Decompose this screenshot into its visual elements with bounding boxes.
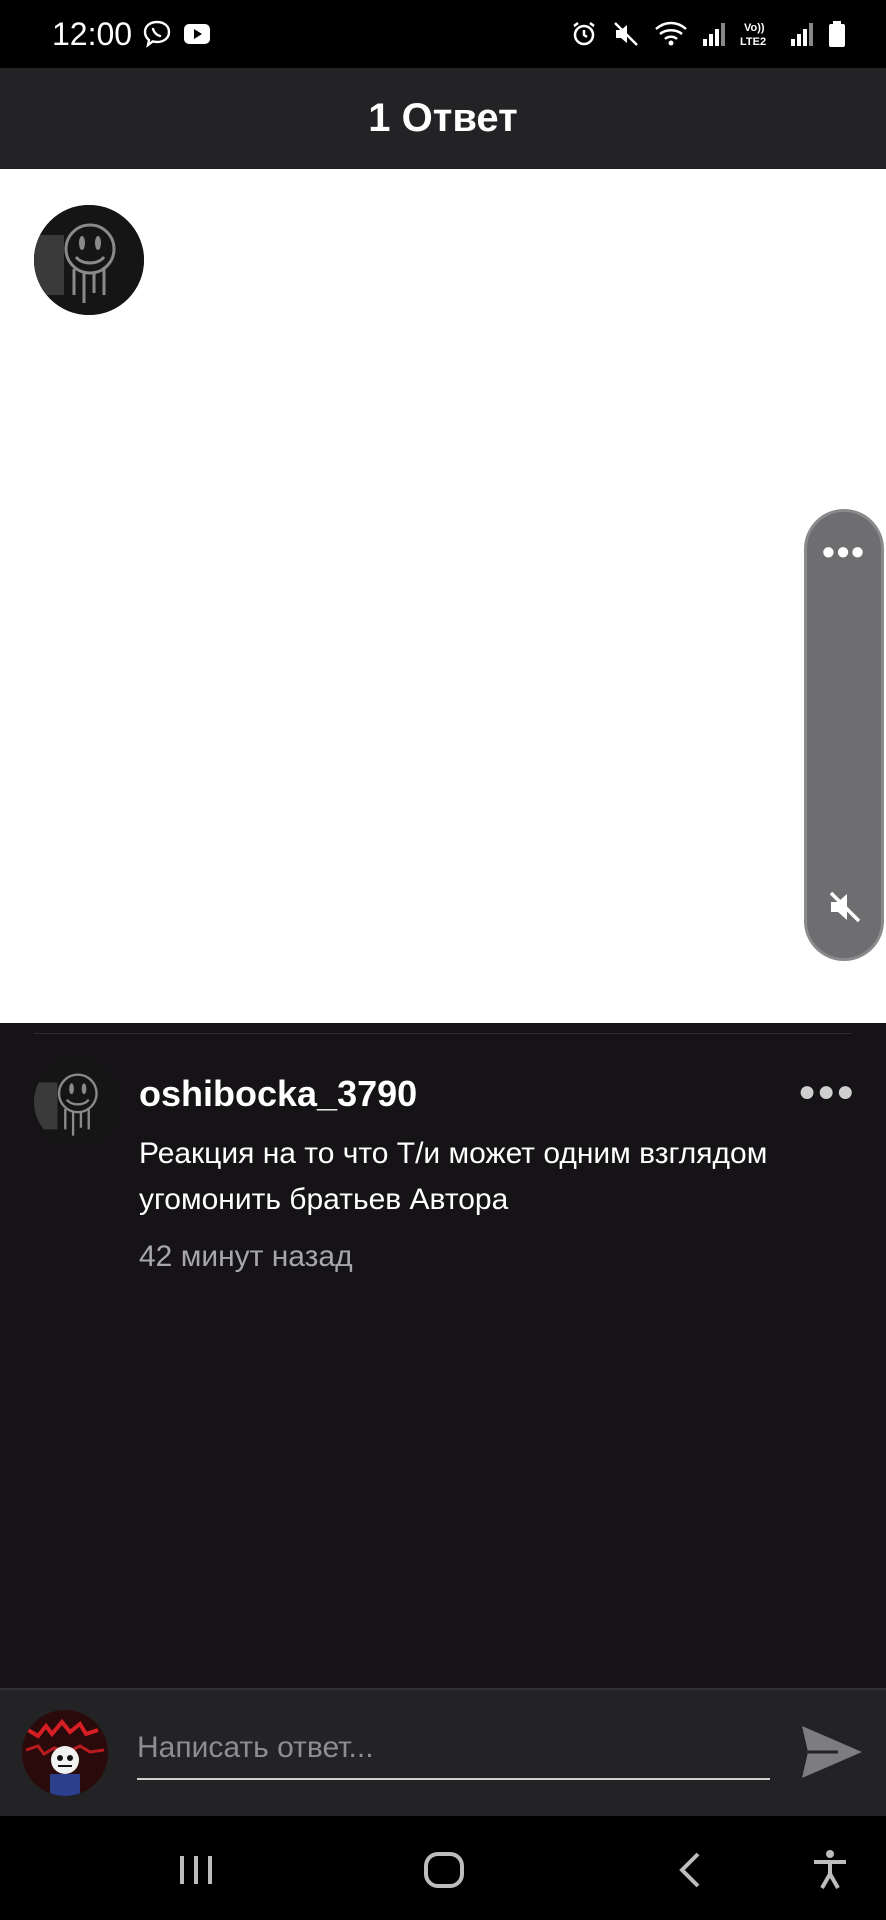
drip-smiley-icon	[34, 1059, 120, 1145]
comment-avatar[interactable]	[34, 1059, 120, 1145]
svg-text:LTE2: LTE2	[740, 36, 766, 48]
signal-icon	[702, 21, 726, 47]
divider	[34, 1033, 852, 1034]
mute-icon	[612, 20, 640, 48]
status-time: 12:00	[52, 15, 133, 52]
youtube-icon	[182, 19, 212, 49]
skeleton-avatar-icon	[22, 1710, 108, 1796]
drip-smiley-icon	[34, 205, 144, 315]
header: 1 Ответ	[0, 68, 886, 169]
status-left: 12:00	[52, 16, 212, 53]
screen: 12:00 Vo)) LTE2 1 Ответ ••• oshibocka_37…	[0, 0, 886, 1920]
alarm-icon	[570, 20, 598, 48]
signal-icon	[790, 21, 814, 47]
volte-lte2-icon: Vo)) LTE2	[740, 19, 776, 49]
svg-text:Vo)): Vo))	[744, 22, 765, 34]
side-controls: •••	[804, 509, 884, 961]
recents-icon[interactable]	[172, 1846, 220, 1894]
comment-panel: oshibocka_3790 ●●● Реакция на то что Т/и…	[0, 1023, 886, 1688]
comment-more-icon[interactable]: ●●●	[798, 1075, 855, 1109]
send-icon[interactable]	[800, 1724, 864, 1780]
comment-timestamp: 42 минут назад	[139, 1240, 353, 1273]
reply-bar	[0, 1688, 886, 1816]
comment-text: Реакция на то что Т/и может одним взгляд…	[139, 1137, 768, 1216]
status-bar: 12:00 Vo)) LTE2	[0, 0, 886, 68]
video-player[interactable]: •••	[0, 169, 886, 1023]
status-right: Vo)) LTE2	[570, 19, 846, 49]
reply-input[interactable]	[137, 1718, 770, 1780]
back-icon[interactable]	[668, 1846, 716, 1894]
more-icon[interactable]: •••	[807, 534, 881, 570]
nav-bar	[0, 1816, 886, 1920]
mute-icon[interactable]	[825, 887, 865, 927]
author-avatar[interactable]	[34, 205, 144, 315]
user-avatar	[22, 1710, 108, 1796]
battery-icon	[828, 20, 846, 48]
comment-author[interactable]: oshibocka_3790	[139, 1073, 417, 1115]
viber-icon	[142, 19, 172, 49]
wifi-icon	[654, 20, 688, 48]
accessibility-icon[interactable]	[806, 1846, 854, 1894]
home-icon[interactable]	[420, 1846, 468, 1894]
page-title: 1 Ответ	[368, 96, 518, 140]
